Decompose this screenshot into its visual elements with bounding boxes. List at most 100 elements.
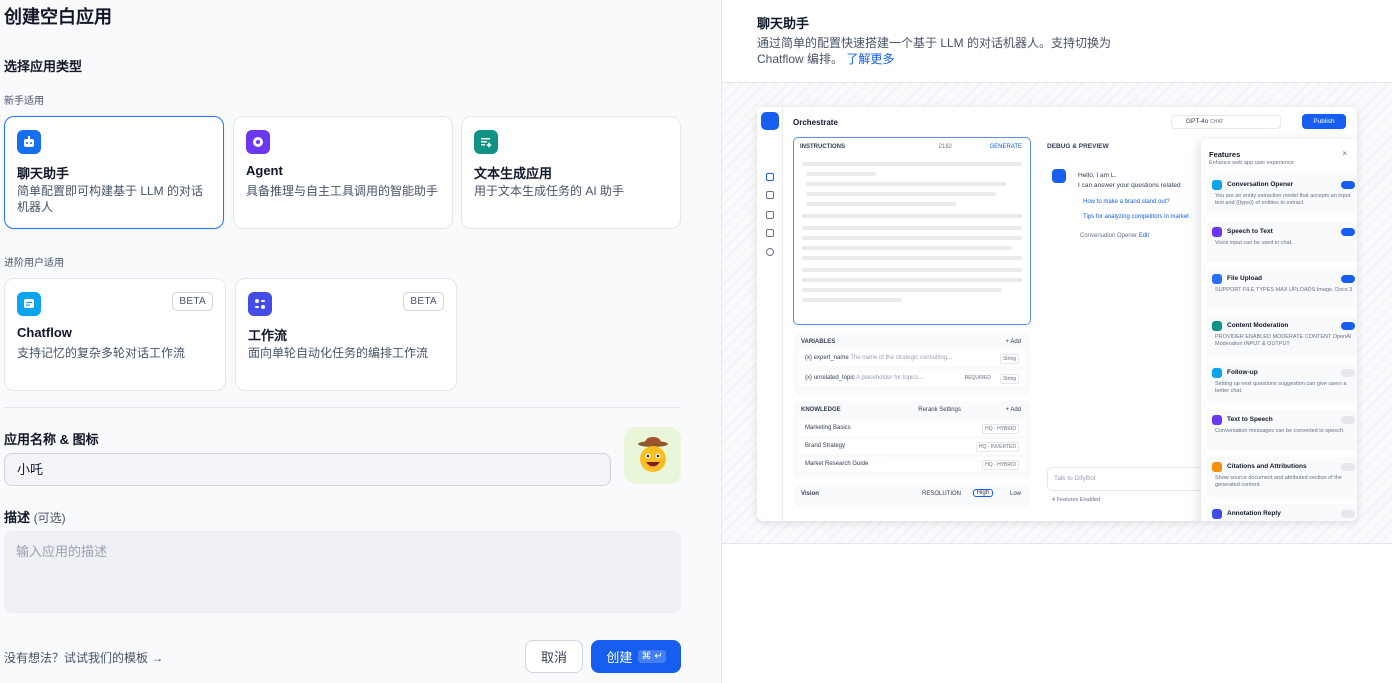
beta-badge: BETA <box>403 292 444 311</box>
preview-image-area: Orchestrate GPT-4o CHAT Publish INSTRUCT… <box>722 82 1392 544</box>
mock-suggested-question: Tips for analyzing competitors in market <box>1083 214 1189 220</box>
app-icon-picker[interactable] <box>624 427 681 484</box>
mock-feature-item: Follow-up Setting up next questions sugge… <box>1207 363 1357 403</box>
card-desc: 支持记忆的复杂多轮对话工作流 <box>17 346 186 360</box>
mock-model-name: GPT-4o <box>1186 118 1209 125</box>
desc-label-text: 描述 <box>4 510 31 525</box>
cancel-button[interactable]: 取消 <box>525 640 583 673</box>
close-icon: × <box>1342 149 1347 158</box>
mock-variables-title: VARIABLES <box>801 339 836 345</box>
mock-knowledge: KNOWLEDGE Rerank Settings + Add Marketin… <box>793 401 1031 479</box>
mock-high: High <box>972 489 993 497</box>
create-button[interactable]: 创建 ⌘ ↵ <box>591 640 681 673</box>
learn-more-link[interactable]: 了解更多 <box>846 52 894 66</box>
page-title: 创建空白应用 <box>4 7 112 27</box>
card-title: Agent <box>246 163 283 178</box>
mock-feature-item: Text to Speech Conversation messages can … <box>1207 410 1357 450</box>
app-type-card-textgen[interactable]: 文本生成应用 用于文本生成任务的 AI 助手 <box>461 116 681 229</box>
mock-feature-item: File Upload SUPPORT FILE TYPES MAX UPLOAD… <box>1207 269 1357 309</box>
mock-vision-title: Vision <box>801 491 819 497</box>
mock-publish-button: Publish <box>1302 114 1346 129</box>
preview-title: 聊天助手 <box>757 16 810 31</box>
mock-bot-logo-icon <box>761 112 779 130</box>
app-type-card-agent[interactable]: Agent 具备推理与自主工具调用的智能助手 <box>233 116 453 229</box>
mock-chat-input: Talk to DifyBot <box>1047 467 1207 491</box>
workflow-icon <box>248 292 272 316</box>
preview-desc-text: 通过简单的配置快速搭建一个基于 LLM 的对话机器人。支持切换为 Chatflo… <box>757 36 1112 66</box>
create-button-label: 创建 <box>606 650 633 665</box>
desc-optional: (可选) <box>33 511 66 525</box>
card-title: 工作流 <box>248 328 288 343</box>
card-title: 文本生成应用 <box>474 166 553 181</box>
mock-model-selector: GPT-4o CHAT <box>1171 115 1281 129</box>
divider <box>4 407 681 408</box>
agent-icon <box>246 130 270 154</box>
mock-variables: VARIABLES + Add {x} expert_name The name… <box>793 333 1031 395</box>
mock-features-enabled: 4 Features Enabled <box>1052 497 1101 503</box>
mock-instructions-title: INSTRUCTIONS <box>800 144 845 150</box>
chatflow-icon <box>17 292 41 316</box>
mock-suggested-question: How to make a brand stand out? <box>1083 199 1170 205</box>
mock-rerank: Rerank Settings <box>918 407 961 413</box>
mock-features-panel: Features Enhance web app user experience… <box>1201 139 1357 521</box>
app-type-card-chatflow[interactable]: BETA Chatflow 支持记忆的复杂多轮对话工作流 <box>4 278 226 391</box>
keyboard-shortcut-hint: ⌘ ↵ <box>638 650 666 663</box>
mock-model-tag: CHAT <box>1210 119 1224 125</box>
mock-knowledge-row: Market Research Guide HQ · HYBRID <box>799 457 1025 472</box>
create-app-panel: 创建空白应用 选择应用类型 新手适用 聊天助手 简单配置即可构建基于 LLM 的… <box>0 0 721 683</box>
card-title: 聊天助手 <box>17 166 70 181</box>
mock-chat-bot-icon <box>1052 169 1066 183</box>
mock-var-row: {x} unrelated_topic A placeholder for to… <box>799 371 1025 386</box>
mock-feature-item: Content Moderation PROVIDER ENABLED MODER… <box>1207 316 1357 356</box>
mock-greeting: Hello, I am L. I can answer your question… <box>1078 172 1181 189</box>
beginner-group-label: 新手适用 <box>4 96 44 107</box>
mock-add-variable: + Add <box>1005 339 1021 345</box>
card-title: Chatflow <box>17 325 72 340</box>
mock-knowledge-title: KNOWLEDGE <box>801 407 841 413</box>
app-description-input[interactable]: 输入应用的描述 <box>4 531 681 613</box>
mock-header: Orchestrate <box>793 118 838 127</box>
mock-knowledge-row: Brand Strategy HQ · INVERTED <box>799 439 1025 454</box>
text-generation-icon <box>474 130 498 154</box>
mock-add-knowledge: + Add <box>1005 407 1021 413</box>
mock-low: Low <box>1009 491 1021 497</box>
app-type-card-workflow[interactable]: BETA 工作流 面向单轮自动化任务的编排工作流 <box>235 278 457 391</box>
mock-var-row: {x} expert_name The name of the strategi… <box>799 351 1025 366</box>
orchestrate-mockup: Orchestrate GPT-4o CHAT Publish INSTRUCT… <box>757 107 1357 521</box>
mock-feature-item: Citations and Attributions Show source do… <box>1207 457 1357 497</box>
template-link[interactable]: 没有想法？试试我们的模板 → <box>4 649 163 666</box>
app-type-card-chat[interactable]: 聊天助手 简单配置即可构建基于 LLM 的对话机器人 <box>4 116 224 229</box>
mock-instructions-count: 2182 <box>938 144 952 150</box>
mock-generate-button: GENERATE <box>989 144 1022 150</box>
mock-opener: Conversation Opener Edit <box>1080 233 1150 239</box>
cowboy-emoji-icon <box>637 436 668 472</box>
mock-vision: Vision RESOLUTION High Low <box>793 485 1031 507</box>
mock-resolution: RESOLUTION <box>921 491 961 497</box>
beta-badge: BETA <box>172 292 213 311</box>
mock-sidebar <box>757 107 783 521</box>
mock-debug-title: DEBUG & PREVIEW <box>1047 143 1109 150</box>
mock-api-icon <box>766 191 774 199</box>
mock-annotation-icon <box>766 229 774 237</box>
card-desc: 简单配置即可构建基于 LLM 的对话机器人 <box>17 184 204 214</box>
desc-label: 描述 (可选) <box>4 507 66 526</box>
mock-feature-item: Speech to Text Voice input can be used in… <box>1207 222 1357 262</box>
advanced-group-label: 进阶用户适用 <box>4 258 64 269</box>
name-icon-label: 应用名称 & 图标 <box>4 432 99 447</box>
mock-logs-icon <box>766 211 774 219</box>
mock-feature-item: Annotation Reply <box>1207 504 1357 521</box>
mock-monitor-icon <box>766 248 774 256</box>
mock-instructions: INSTRUCTIONS 2182 GENERATE <box>793 137 1031 325</box>
card-desc: 用于文本生成任务的 AI 助手 <box>474 184 625 198</box>
mock-feature-item: Conversation Opener You are an entity ext… <box>1207 175 1357 215</box>
mock-features-sub: Enhance web app user experience <box>1209 160 1294 166</box>
chat-bot-icon <box>17 130 41 154</box>
preview-desc: 通过简单的配置快速搭建一个基于 LLM 的对话机器人。支持切换为 Chatflo… <box>757 35 1137 67</box>
app-type-preview-panel: 聊天助手 通过简单的配置快速搭建一个基于 LLM 的对话机器人。支持切换为 Ch… <box>721 0 1392 683</box>
mock-features-title: Features <box>1209 150 1241 159</box>
mock-knowledge-row: Marketing Basics HQ · HYBRID <box>799 421 1025 436</box>
card-desc: 面向单轮自动化任务的编排工作流 <box>248 346 429 360</box>
app-name-input[interactable]: 小吒 <box>4 453 611 486</box>
app-type-heading: 选择应用类型 <box>4 59 83 74</box>
mock-orchestrate-icon <box>766 173 774 181</box>
